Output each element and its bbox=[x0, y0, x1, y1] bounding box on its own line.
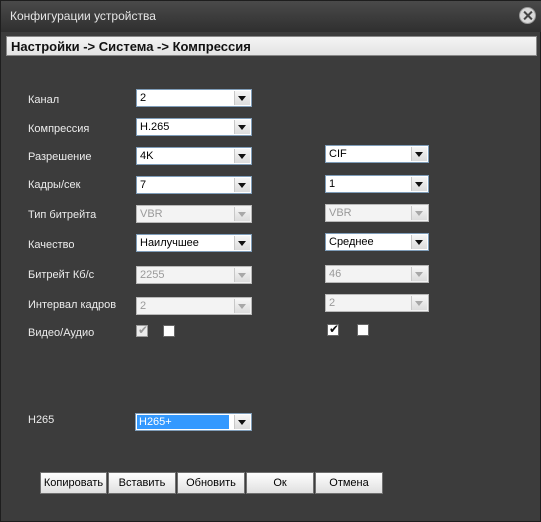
fps-label: Кадры/сек bbox=[28, 179, 81, 191]
chevron-down-icon bbox=[411, 296, 427, 310]
checkmark-icon: ✔ bbox=[138, 323, 149, 337]
chevron-down-icon[interactable] bbox=[411, 147, 427, 161]
chevron-down-icon[interactable] bbox=[234, 178, 250, 192]
bitrate-label: Битрейт Кб/с bbox=[28, 269, 95, 281]
ok-button[interactable]: Ок bbox=[246, 472, 314, 494]
refresh-button[interactable]: Обновить bbox=[177, 472, 245, 494]
main-fps-select[interactable]: 7 bbox=[136, 176, 252, 194]
extra-resolution-select[interactable]: CIF bbox=[325, 145, 429, 163]
extra-bitrate-select: 46 bbox=[325, 265, 429, 283]
chevron-down-icon[interactable] bbox=[234, 149, 250, 163]
h265-label: H265 bbox=[28, 414, 55, 426]
chevron-down-icon bbox=[234, 299, 250, 313]
cancel-button[interactable]: Отмена bbox=[315, 472, 383, 494]
chevron-down-icon[interactable] bbox=[234, 120, 250, 134]
chevron-down-icon[interactable] bbox=[411, 177, 427, 191]
extra-audio-checkbox[interactable] bbox=[357, 324, 369, 336]
main-audio-checkbox[interactable] bbox=[163, 325, 175, 337]
main-video-checkbox: ✔ bbox=[136, 323, 149, 337]
quality-label: Качество bbox=[28, 239, 75, 251]
main-bitrate-select: 2255 bbox=[136, 266, 252, 284]
frame-interval-label: Интервал кадров bbox=[28, 299, 117, 311]
extra-bitrate-type-select: VBR bbox=[325, 204, 429, 222]
main-frame-interval-select: 2 bbox=[136, 297, 252, 315]
chevron-down-icon[interactable] bbox=[411, 235, 427, 249]
chevron-down-icon bbox=[234, 207, 250, 221]
checkmark-icon: ✔ bbox=[329, 322, 340, 336]
bitrate-type-label: Тип битрейта bbox=[28, 209, 97, 221]
chevron-down-icon[interactable] bbox=[234, 236, 250, 250]
breadcrumb-bar: Настройки -> Система -> Компрессия bbox=[6, 36, 537, 56]
main-quality-select[interactable]: Наилучшее bbox=[136, 234, 252, 252]
main-bitrate-type-select: VBR bbox=[136, 205, 252, 223]
channel-select[interactable]: 2 bbox=[136, 89, 252, 107]
resolution-label: Разрешение bbox=[28, 151, 92, 163]
compression-label: Компрессия bbox=[28, 123, 90, 135]
device-config-window: Конфигурации устройства Настройки -> Сис… bbox=[0, 0, 541, 522]
paste-button[interactable]: Вставить bbox=[108, 472, 176, 494]
channel-label: Канал bbox=[28, 94, 60, 106]
extra-fps-select[interactable]: 1 bbox=[325, 175, 429, 193]
chevron-down-icon bbox=[411, 206, 427, 220]
h265-mode-select[interactable]: H265+ bbox=[135, 413, 252, 431]
extra-frame-interval-select: 2 bbox=[325, 294, 429, 312]
extra-quality-select[interactable]: Среднее bbox=[325, 233, 429, 251]
breadcrumb: Настройки -> Система -> Компрессия bbox=[11, 39, 251, 54]
chevron-down-icon bbox=[234, 268, 250, 282]
copy-button[interactable]: Копировать bbox=[40, 472, 107, 494]
chevron-down-icon[interactable] bbox=[234, 91, 250, 105]
close-icon[interactable] bbox=[519, 7, 536, 24]
title-bar[interactable]: Конфигурации устройства bbox=[1, 1, 541, 32]
chevron-down-icon[interactable] bbox=[234, 415, 250, 429]
video-audio-label: Видео/Аудио bbox=[28, 327, 95, 339]
compression-select[interactable]: H.265 bbox=[136, 118, 252, 136]
window-title: Конфигурации устройства bbox=[10, 9, 156, 23]
main-resolution-select[interactable]: 4K bbox=[136, 147, 252, 165]
extra-video-checkbox[interactable]: ✔ bbox=[327, 322, 340, 336]
chevron-down-icon bbox=[411, 267, 427, 281]
